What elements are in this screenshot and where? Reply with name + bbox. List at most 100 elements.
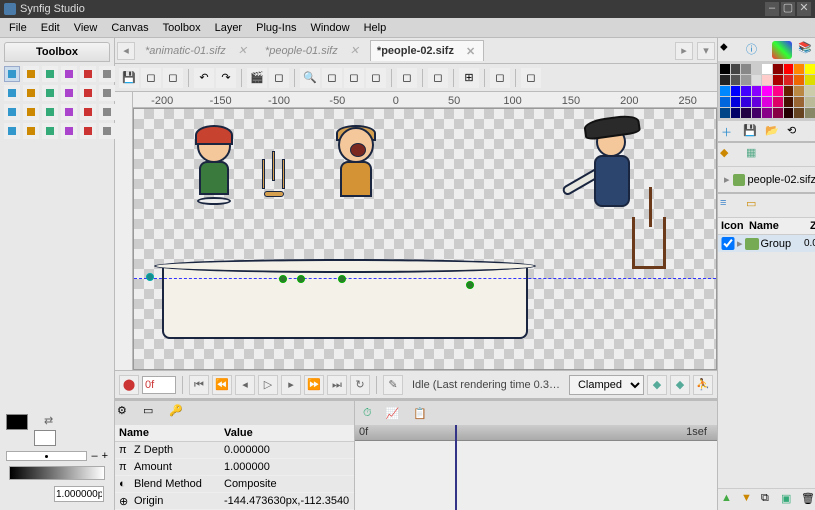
- foreground-color[interactable]: [6, 414, 28, 430]
- color-swatches[interactable]: ⇄: [6, 414, 56, 446]
- palette-color[interactable]: [741, 75, 751, 85]
- tool-polygon[interactable]: [80, 85, 96, 101]
- seek-prev-frame-button[interactable]: ◂: [235, 375, 255, 395]
- tab-menu-button[interactable]: ▾: [697, 42, 715, 60]
- document-tab[interactable]: *people-02.sifz✕: [370, 40, 484, 61]
- brush-plus[interactable]: +: [102, 450, 108, 462]
- draw-tool-button[interactable]: ◻: [428, 68, 448, 88]
- palette-color[interactable]: [794, 97, 804, 107]
- param-row[interactable]: πZ Depth0.000000: [115, 442, 354, 459]
- tool-transform[interactable]: [4, 66, 20, 82]
- save-all-button[interactable]: ◻: [163, 68, 183, 88]
- palette-color[interactable]: [805, 86, 815, 96]
- param-row[interactable]: ⊕Origin-144.473630px,-112.3540: [115, 493, 354, 510]
- palette-default-button[interactable]: ⟲: [787, 124, 803, 138]
- palette-color[interactable]: [773, 75, 783, 85]
- palette-color[interactable]: [773, 108, 783, 118]
- canvas[interactable]: [133, 108, 717, 370]
- seek-prev-kf-button[interactable]: ⏪: [212, 375, 232, 395]
- groups-tab-icon[interactable]: ▭: [746, 197, 766, 215]
- curves-tab-icon[interactable]: 📈: [386, 407, 400, 420]
- palette-color[interactable]: [794, 86, 804, 96]
- tab-close-button[interactable]: ✕: [348, 44, 361, 57]
- palette-color[interactable]: [794, 108, 804, 118]
- play-button[interactable]: ▷: [258, 375, 278, 395]
- seek-next-kf-button[interactable]: ⏩: [304, 375, 324, 395]
- palette-color[interactable]: [731, 64, 741, 74]
- palette-color[interactable]: [741, 64, 751, 74]
- tool-zoom[interactable]: [23, 123, 39, 139]
- history-tab-icon[interactable]: 📋: [413, 407, 427, 420]
- save-as-button[interactable]: ◻: [141, 68, 161, 88]
- palette-color[interactable]: [762, 75, 772, 85]
- close-button[interactable]: ✕: [797, 2, 811, 16]
- layer-row[interactable]: ▸Group0.000000: [718, 235, 815, 252]
- tab-prev-button[interactable]: ◂: [117, 42, 135, 60]
- palette-color[interactable]: [731, 86, 741, 96]
- document-tab[interactable]: *people-01.sifz✕: [258, 40, 368, 61]
- tab-close-button[interactable]: ✕: [464, 45, 477, 58]
- swap-colors-icon[interactable]: ⇄: [44, 414, 56, 426]
- palette-color[interactable]: [762, 97, 772, 107]
- tool-mirror[interactable]: [80, 66, 96, 82]
- tool-lasso[interactable]: [80, 123, 96, 139]
- palette-color[interactable]: [805, 108, 815, 118]
- zoom-in-button[interactable]: 🔍: [300, 68, 320, 88]
- menu-window[interactable]: Window: [303, 20, 356, 36]
- palette-color[interactable]: [731, 108, 741, 118]
- menu-plug-ins[interactable]: Plug-Ins: [249, 20, 303, 36]
- layer-visible-checkbox[interactable]: [721, 237, 735, 250]
- palette-color[interactable]: [752, 97, 762, 107]
- undo-button[interactable]: ↶: [194, 68, 214, 88]
- params-tab-icon[interactable]: ⚙: [117, 404, 135, 422]
- maximize-button[interactable]: ▢: [781, 2, 795, 16]
- seek-end-button[interactable]: ⏭: [327, 375, 347, 395]
- layer-duplicate-button[interactable]: ⧉: [761, 492, 776, 507]
- palette-color[interactable]: [784, 75, 794, 85]
- tool-star[interactable]: [42, 85, 58, 101]
- zoom-fit-button[interactable]: ◻: [344, 68, 364, 88]
- tool-sketch[interactable]: [80, 104, 96, 120]
- sets-tab-icon[interactable]: ▦: [746, 146, 766, 164]
- menu-toolbox[interactable]: Toolbox: [156, 20, 208, 36]
- menu-layer[interactable]: Layer: [208, 20, 250, 36]
- palette-color[interactable]: [752, 108, 762, 118]
- tool-cutout[interactable]: [4, 123, 20, 139]
- keyframe-lock-past[interactable]: ◆: [647, 375, 667, 395]
- palette-color[interactable]: [784, 64, 794, 74]
- tool-gradient[interactable]: [61, 85, 77, 101]
- palette-color[interactable]: [720, 75, 730, 85]
- brush-minus[interactable]: –: [91, 450, 97, 462]
- palette-color[interactable]: [731, 75, 741, 85]
- layer-delete-button[interactable]: 🗑: [801, 492, 815, 507]
- palette-color[interactable]: [773, 97, 783, 107]
- background-color[interactable]: [34, 430, 56, 446]
- brush-size-input[interactable]: [54, 486, 104, 502]
- low-res-button[interactable]: ◻: [490, 68, 510, 88]
- layer-raise-button[interactable]: ▲: [721, 492, 736, 507]
- palette-color[interactable]: [720, 86, 730, 96]
- grid-button[interactable]: ⊞: [459, 68, 479, 88]
- transform-handle[interactable]: [146, 273, 154, 281]
- menu-edit[interactable]: Edit: [34, 20, 67, 36]
- palette-color[interactable]: [794, 64, 804, 74]
- tool-brush[interactable]: [61, 123, 77, 139]
- palette-color[interactable]: [762, 108, 772, 118]
- layers-tab-icon[interactable]: ≡: [720, 197, 740, 215]
- menu-canvas[interactable]: Canvas: [104, 20, 155, 36]
- palette-save-button[interactable]: 💾: [743, 124, 759, 138]
- seek-start-button[interactable]: ⏮: [189, 375, 209, 395]
- palette-color[interactable]: [805, 75, 815, 85]
- timetrack-tab-icon[interactable]: ⏱: [363, 407, 372, 420]
- tool-draw[interactable]: [4, 104, 20, 120]
- palette-color[interactable]: [731, 97, 741, 107]
- tool-smooth-move[interactable]: [23, 66, 39, 82]
- tool-width[interactable]: [99, 104, 115, 120]
- tool-circle[interactable]: [4, 85, 20, 101]
- palette-color[interactable]: [752, 86, 762, 96]
- interpolation-dropdown[interactable]: Clamped: [569, 375, 644, 395]
- render-button[interactable]: 🎬: [247, 68, 267, 88]
- tool-spline[interactable]: [99, 66, 115, 82]
- tool-text[interactable]: [61, 104, 77, 120]
- onion-skin-button[interactable]: ⛹: [693, 375, 713, 395]
